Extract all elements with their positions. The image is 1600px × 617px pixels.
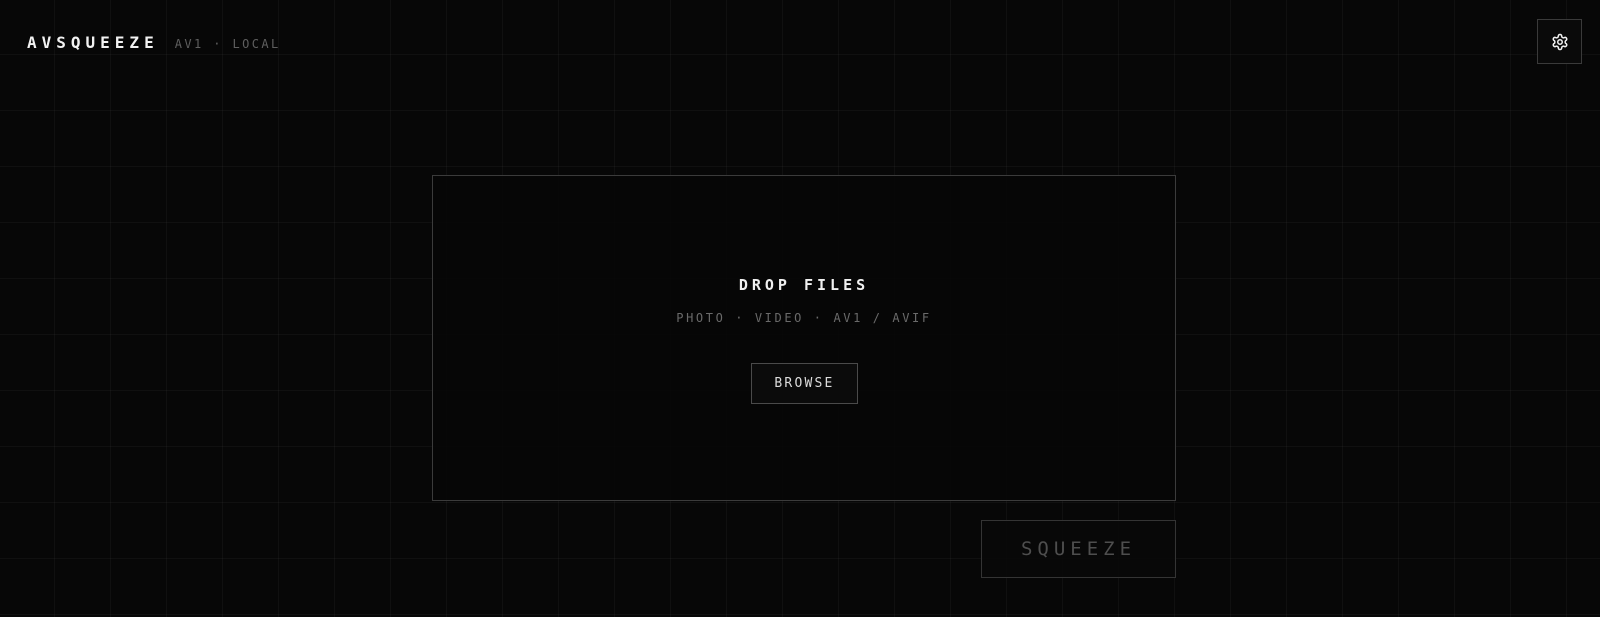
file-dropzone[interactable]: DROP FILES PHOTO · VIDEO · AV1 / AVIF BR…	[432, 175, 1176, 501]
gear-icon	[1551, 33, 1569, 51]
squeeze-button[interactable]: SQUEEZE	[981, 520, 1176, 578]
dropzone-title: DROP FILES	[738, 276, 870, 294]
supported-formats: PHOTO · VIDEO · AV1 / AVIF	[676, 311, 932, 325]
app-header-brand: AVSQUEEZE AV1 · LOCAL	[27, 33, 281, 52]
settings-button[interactable]	[1537, 19, 1582, 64]
app-name: AVSQUEEZE	[27, 33, 159, 52]
browse-button[interactable]: BROWSE	[751, 363, 858, 404]
app-subtitle: AV1 · LOCAL	[174, 37, 281, 51]
